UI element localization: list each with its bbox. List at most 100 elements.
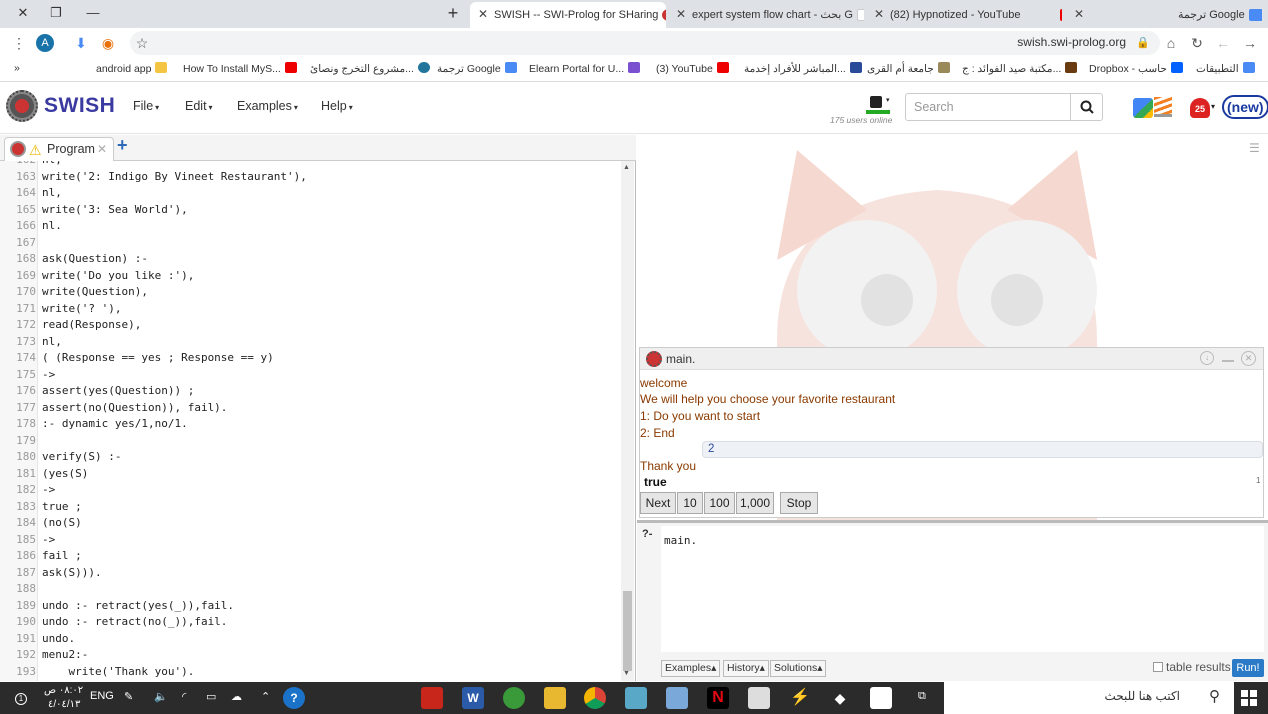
download-icon[interactable]: ↓: [1200, 351, 1214, 365]
bookmarks-more-icon[interactable]: »: [14, 62, 20, 74]
new-features-badge[interactable]: (new): [1222, 95, 1268, 119]
bookmark-item[interactable]: مشروع التخرج ونصائ...: [310, 62, 430, 75]
swish-logo-icon[interactable]: [6, 90, 38, 122]
word-app-icon[interactable]: W: [462, 687, 484, 709]
scroll-down-icon[interactable]: ▼: [623, 670, 630, 677]
menu-edit[interactable]: Edit ▾: [185, 99, 213, 113]
tab-swish[interactable]: ✕ SWISH -- SWI-Prolog for SHaring: [470, 2, 666, 28]
extension-icon[interactable]: ◉: [99, 34, 117, 52]
next-button[interactable]: Next: [640, 492, 676, 514]
utorrent-app-icon[interactable]: [503, 687, 525, 709]
tab-program[interactable]: ⚠ Program ✕: [4, 137, 114, 161]
mail-app-icon[interactable]: [748, 687, 770, 709]
notification-icon[interactable]: 1: [15, 693, 27, 705]
new-tab-button[interactable]: +: [442, 4, 464, 22]
stackoverflow-icon[interactable]: [1154, 97, 1172, 117]
wifi-icon[interactable]: ◜: [182, 690, 186, 703]
store-app-icon[interactable]: [870, 687, 892, 709]
bookmark-item[interactable]: Elearn Portal for U...: [529, 62, 641, 75]
reload-icon[interactable]: ↻: [1188, 34, 1206, 52]
scroll-up-icon[interactable]: ▲: [623, 164, 630, 171]
windows-start-icon[interactable]: [1241, 690, 1257, 706]
bookmark-item[interactable]: جامعة أم القرى: [867, 62, 950, 75]
show-hidden-icon[interactable]: ⌃: [261, 690, 270, 703]
tab-close-icon[interactable]: ✕: [97, 138, 107, 160]
forward-icon: ←: [1216, 35, 1230, 51]
menu-label: Examples: [237, 99, 292, 113]
tab-google-translate[interactable]: ✕ ترجمة Google: [1066, 2, 1262, 28]
tab-youtube[interactable]: ✕ (82) Hypnotized - YouTube: [866, 2, 1062, 28]
volume-icon[interactable]: 🔈: [154, 690, 168, 703]
dropbox-app-icon[interactable]: ◆: [829, 687, 851, 709]
file-explorer-icon[interactable]: [544, 687, 566, 709]
netflix-app-icon[interactable]: N: [707, 687, 729, 709]
task-view-icon[interactable]: ⧉: [918, 690, 926, 703]
google-login-icon[interactable]: [1133, 98, 1153, 118]
add-tab-button[interactable]: +: [117, 135, 128, 156]
tab-close-icon[interactable]: ✕: [874, 2, 886, 26]
search-input[interactable]: Search: [905, 93, 1071, 121]
menu-help[interactable]: Help ▾: [321, 99, 353, 113]
back-icon[interactable]: →: [1241, 34, 1259, 52]
clock-time[interactable]: ٠٨:٠٢ ص: [44, 685, 83, 696]
app-icon[interactable]: [625, 687, 647, 709]
swish-logo-text[interactable]: SWISH: [44, 94, 115, 118]
more-menu-icon[interactable]: ⋮: [10, 34, 28, 52]
tab-close-icon[interactable]: ✕: [676, 2, 688, 26]
close-icon[interactable]: ✕: [1241, 351, 1256, 366]
help-icon[interactable]: ?: [283, 687, 305, 709]
next-1000-button[interactable]: 1,000: [736, 492, 774, 514]
lock-icon[interactable]: 🔒: [1134, 34, 1152, 52]
pen-icon[interactable]: ✎: [124, 690, 133, 703]
onedrive-icon[interactable]: ☁: [231, 690, 242, 703]
download-extension-icon[interactable]: ⬇: [72, 34, 90, 52]
next-100-button[interactable]: 100: [704, 492, 735, 514]
bookmark-star-icon[interactable]: ☆: [133, 34, 151, 52]
code-line: 188: [0, 582, 36, 599]
3d-app-icon[interactable]: [666, 687, 688, 709]
minimize-icon[interactable]: [1222, 360, 1234, 362]
scrollbar-thumb[interactable]: [623, 591, 632, 671]
query-input[interactable]: main.: [661, 526, 1264, 652]
minimize-window-icon[interactable]: —: [82, 4, 104, 22]
bookmark-item[interactable]: ترجمة Google: [437, 62, 517, 75]
bookmark-item[interactable]: المباشر للأفراد إخدمة...: [744, 62, 862, 75]
acrobat-app-icon[interactable]: [421, 687, 443, 709]
bookmark-item[interactable]: Dropbox - حاسب: [1089, 62, 1183, 75]
menu-examples[interactable]: Examples ▾: [237, 99, 298, 113]
stop-button[interactable]: Stop: [780, 492, 818, 514]
clock-date[interactable]: ٤/٠٤/١٣: [48, 699, 80, 710]
taskbar-search-box[interactable]: اكتب هنا للبحث ⚲: [944, 682, 1234, 714]
users-online-icon[interactable]: ▾: [864, 94, 894, 116]
bookmark-item[interactable]: How To Install MyS...: [183, 62, 297, 75]
code-line: 175 ->: [0, 368, 55, 385]
bookmark-item[interactable]: (3) YouTube: [656, 62, 729, 75]
swift-app-icon[interactable]: ⚡: [789, 687, 811, 709]
menu-file[interactable]: File ▾: [133, 99, 159, 113]
code-editor[interactable]: 162 nl, 163 write('2: Indigo By Vineet Rest…: [0, 161, 636, 681]
run-button[interactable]: Run!: [1232, 659, 1264, 677]
tab-close-icon[interactable]: ✕: [478, 2, 490, 26]
table-results-checkbox[interactable]: [1153, 662, 1163, 672]
home-icon[interactable]: ⌂: [1162, 34, 1180, 52]
history-button[interactable]: History▴: [723, 660, 769, 677]
profile-avatar[interactable]: A: [36, 34, 54, 52]
bookmark-item[interactable]: مكتبة صيد الفوائد : ج...: [962, 62, 1078, 75]
solutions-button[interactable]: Solutions▴: [770, 660, 827, 677]
bookmark-item[interactable]: android app: [96, 62, 168, 75]
notification-bell-icon[interactable]: 25: [1190, 98, 1210, 118]
battery-icon[interactable]: ▭: [206, 690, 216, 703]
close-window-icon[interactable]: ✕: [12, 4, 34, 22]
tab-close-icon[interactable]: ✕: [1074, 2, 1086, 26]
panel-menu-icon[interactable]: ☰: [1249, 141, 1260, 155]
examples-button[interactable]: Examples▴: [661, 660, 721, 677]
next-10-button[interactable]: 10: [677, 492, 703, 514]
tab-google-search[interactable]: ✕ expert system flow chart - بحث G: [668, 2, 864, 28]
address-bar[interactable]: ☆ swish.swi-prolog.org 🔒: [130, 31, 1160, 55]
bookmark-item[interactable]: التطبيقات: [1196, 62, 1255, 75]
search-button[interactable]: [1070, 93, 1103, 121]
language-indicator[interactable]: ENG: [90, 690, 114, 702]
editor-scrollbar[interactable]: ▲ ▼: [621, 161, 634, 681]
restore-window-icon[interactable]: ❐: [45, 4, 67, 22]
chrome-app-icon[interactable]: [584, 687, 606, 709]
